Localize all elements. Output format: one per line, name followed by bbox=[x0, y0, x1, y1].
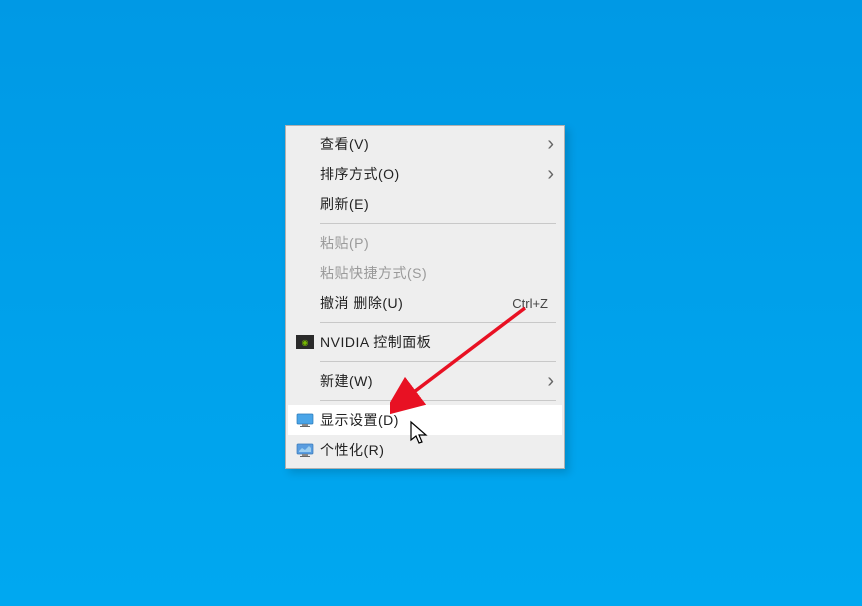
menu-icon-spacer bbox=[294, 134, 316, 154]
chevron-right-icon: › bbox=[547, 134, 554, 154]
menu-icon-spacer bbox=[294, 194, 316, 214]
menu-shortcut: Ctrl+Z bbox=[512, 296, 548, 311]
menu-item-label: 个性化(R) bbox=[320, 440, 554, 460]
menu-item-label: 粘贴快捷方式(S) bbox=[320, 263, 554, 283]
menu-icon-spacer bbox=[294, 233, 316, 253]
menu-item-label: 查看(V) bbox=[320, 134, 547, 154]
menu-item-paste-shortcut[interactable]: 粘贴快捷方式(S) bbox=[288, 258, 562, 288]
chevron-right-icon: › bbox=[547, 371, 554, 391]
menu-item-display-settings[interactable]: 显示设置(D) bbox=[288, 405, 562, 435]
menu-separator bbox=[320, 400, 556, 401]
menu-item-label: 新建(W) bbox=[320, 371, 547, 391]
menu-separator bbox=[320, 223, 556, 224]
menu-item-label: 排序方式(O) bbox=[320, 164, 547, 184]
menu-icon-spacer bbox=[294, 293, 316, 313]
display-icon bbox=[294, 410, 316, 430]
menu-icon-spacer bbox=[294, 371, 316, 391]
menu-item-label: 撤消 删除(U) bbox=[320, 293, 512, 313]
menu-item-nvidia[interactable]: ◉ NVIDIA 控制面板 bbox=[288, 327, 562, 357]
menu-icon-spacer bbox=[294, 164, 316, 184]
menu-item-label: 粘贴(P) bbox=[320, 233, 554, 253]
menu-item-label: 显示设置(D) bbox=[320, 410, 554, 430]
menu-icon-spacer bbox=[294, 263, 316, 283]
chevron-right-icon: › bbox=[547, 164, 554, 184]
menu-item-refresh[interactable]: 刷新(E) bbox=[288, 189, 562, 219]
menu-item-new[interactable]: 新建(W) › bbox=[288, 366, 562, 396]
desktop-context-menu: 查看(V) › 排序方式(O) › 刷新(E) 粘贴(P) 粘贴快捷方式(S) … bbox=[285, 125, 565, 469]
menu-separator bbox=[320, 361, 556, 362]
menu-item-personalize[interactable]: 个性化(R) bbox=[288, 435, 562, 465]
nvidia-icon: ◉ bbox=[294, 332, 316, 352]
menu-item-undo[interactable]: 撤消 删除(U) Ctrl+Z bbox=[288, 288, 562, 318]
menu-item-view[interactable]: 查看(V) › bbox=[288, 129, 562, 159]
menu-item-paste[interactable]: 粘贴(P) bbox=[288, 228, 562, 258]
personalize-icon bbox=[294, 440, 316, 460]
menu-item-label: NVIDIA 控制面板 bbox=[320, 332, 554, 352]
menu-separator bbox=[320, 322, 556, 323]
menu-item-label: 刷新(E) bbox=[320, 194, 554, 214]
menu-item-sort[interactable]: 排序方式(O) › bbox=[288, 159, 562, 189]
